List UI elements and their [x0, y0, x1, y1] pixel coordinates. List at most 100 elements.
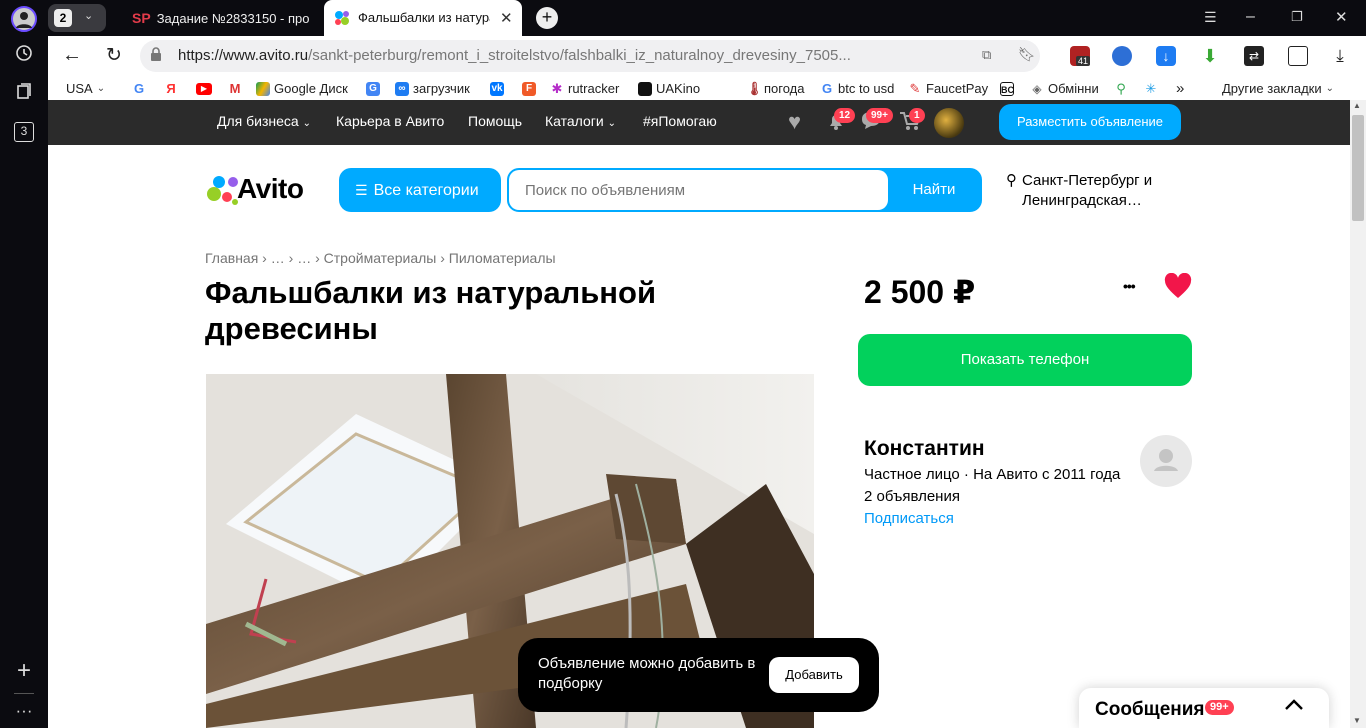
bookmark-rutracker[interactable]: ✱ rutracker — [550, 80, 619, 97]
messages-panel[interactable]: Сообщения 99+ — [1079, 688, 1329, 728]
seller-ad-count[interactable]: 2 объявления — [864, 488, 960, 505]
bookmark-obminni[interactable]: ◈ Обмінни — [1030, 80, 1100, 97]
seller-name[interactable]: Константин — [864, 437, 985, 461]
translate-extension-icon[interactable] — [1112, 46, 1132, 66]
divider — [14, 693, 34, 694]
bookmark-icon[interactable]: 🔖︎ — [1018, 46, 1036, 63]
tab-avito-active[interactable]: Фальшбалки из натура ✕ — [324, 0, 522, 36]
extensions-icon[interactable] — [1288, 46, 1308, 66]
bookmark-star[interactable]: ✳ — [1144, 80, 1158, 97]
back-icon[interactable]: ← — [62, 44, 82, 67]
bookmark-gmail[interactable]: M — [228, 80, 242, 97]
nav-catalogs[interactable]: Каталоги ⌄ — [545, 113, 616, 132]
tab-group-button[interactable]: 2 ⌄ — [48, 4, 106, 32]
nav-career[interactable]: Карьера в Авито — [336, 113, 444, 130]
bookmark-translate[interactable]: G — [366, 80, 380, 97]
bookmark-pogoda[interactable]: 🌡︎ погода — [746, 80, 805, 97]
extension-icon-2[interactable]: ⇄ — [1244, 46, 1264, 66]
bookmark-google-drive[interactable]: Google Диск — [256, 80, 348, 97]
bookmark-vk[interactable]: vk — [490, 80, 504, 97]
download-icon[interactable]: ⤓ — [1330, 46, 1350, 66]
bookmark-google[interactable]: G — [132, 80, 146, 97]
history-icon[interactable] — [11, 44, 37, 70]
url-host: https://www.avito.ru — [178, 47, 309, 64]
chevron-up-icon[interactable] — [1283, 694, 1305, 716]
minimize-icon[interactable]: – — [1246, 8, 1255, 26]
add-button[interactable]: Добавить — [769, 657, 859, 693]
subscribe-link[interactable]: Подписаться — [864, 510, 954, 527]
breadcrumb-construction[interactable]: Стройматериалы — [324, 250, 437, 266]
bookmark-usa[interactable]: USA ⌄ — [66, 80, 105, 97]
asterisk-icon: ✳ — [1144, 80, 1158, 96]
bookmark-uakino[interactable]: UAKino — [638, 80, 700, 97]
thermometer-icon: 🌡︎ — [746, 80, 763, 96]
breadcrumb-item[interactable]: … — [271, 250, 285, 266]
bookmark-youtube[interactable]: ▶ — [196, 80, 212, 97]
google-icon: G — [132, 80, 146, 96]
restore-icon[interactable]: ❐ — [1291, 9, 1303, 25]
categories-search-icon: ☰ — [355, 182, 368, 198]
yandex-icon: Я — [164, 81, 178, 96]
breadcrumb-home[interactable]: Главная — [205, 250, 258, 266]
address-bar[interactable]: https://www.avito.ru/sankt-peterburg/rem… — [140, 40, 1040, 72]
close-window-icon[interactable]: ✕ — [1335, 8, 1348, 26]
reload-icon[interactable]: ↻ — [106, 44, 122, 67]
post-ad-button[interactable]: Разместить объявление — [999, 104, 1181, 140]
loader-icon: ∞ — [395, 81, 409, 96]
scrollbar-thumb[interactable] — [1352, 115, 1364, 221]
favorite-heart-icon[interactable] — [1164, 272, 1192, 301]
user-avatar[interactable] — [934, 108, 964, 138]
bookmarks-more[interactable]: » — [1176, 80, 1184, 97]
bookmark-zagruzchik[interactable]: ∞ загрузчик — [395, 80, 470, 97]
breadcrumb-item[interactable]: … — [297, 250, 311, 266]
downloads-icon[interactable]: ⬇ — [1200, 46, 1220, 66]
extension-badge: 41 — [1076, 56, 1091, 66]
messages-count-badge: 99+ — [1205, 700, 1234, 715]
close-tab-icon[interactable]: ✕ — [500, 9, 513, 27]
sp-icon: SP — [132, 10, 151, 26]
bookmark-yandex[interactable]: Я — [164, 80, 178, 97]
search-button[interactable]: Найти — [888, 170, 980, 210]
search-input[interactable]: Поиск по объявлениям — [509, 170, 888, 210]
translate-icon: G — [366, 81, 380, 96]
cart-badge: 1 — [909, 108, 925, 123]
url-path: /sankt-peterburg/remont_i_stroitelstvo/f… — [308, 47, 851, 64]
nav-help[interactable]: Помощь — [468, 113, 522, 130]
add-panel-icon[interactable]: + — [11, 658, 37, 684]
collections-icon[interactable] — [11, 82, 37, 108]
other-bookmarks[interactable]: Другие закладки ⌄ — [1222, 80, 1334, 97]
bookmark-maps[interactable]: ⚲ — [1114, 80, 1128, 97]
avatar[interactable] — [1140, 435, 1192, 487]
search-placeholder: Поиск по объявлениям — [525, 182, 686, 199]
scroll-down-icon[interactable]: ▼ — [1353, 716, 1361, 725]
tab-zadanie[interactable]: SP Задание №2833150 - про — [132, 0, 322, 36]
location-pin-icon: ⚲ — [1006, 172, 1017, 189]
bookmark-faucetpay[interactable]: ✎ FaucetPay — [908, 80, 988, 97]
profile-icon[interactable] — [11, 6, 37, 32]
bookmark-f[interactable]: F — [522, 80, 536, 97]
vertical-tabs-counter[interactable]: 3 — [14, 122, 34, 142]
extension-icon[interactable]: 41 — [1070, 46, 1091, 66]
bookmark-btc[interactable]: Gbtc to usd — [820, 80, 894, 97]
favorites-heart-icon[interactable]: ♥ — [788, 109, 801, 135]
google-icon: G — [820, 80, 834, 96]
vk-icon: vk — [490, 81, 504, 96]
nav-business[interactable]: Для бизнеса ⌄ — [217, 113, 311, 132]
nav-yapomogayu[interactable]: #яПомогаю — [643, 113, 717, 130]
menu-icon[interactable]: ☰ — [1204, 9, 1217, 26]
scroll-up-icon[interactable]: ▲ — [1353, 101, 1361, 110]
breadcrumb-lumber[interactable]: Пиломатериалы — [449, 250, 556, 266]
more-options-icon[interactable]: ••• — [1123, 278, 1136, 294]
download-extension-icon[interactable]: ↓ — [1156, 46, 1176, 66]
f-icon: F — [522, 81, 536, 96]
all-categories-button[interactable]: ☰ Все категории — [339, 168, 501, 212]
bookmarks-bar: USA ⌄ G Я ▶ M Google Диск G ∞ загрузчик vk… — [48, 76, 1366, 100]
new-tab-button[interactable]: + — [536, 7, 558, 29]
avito-logo[interactable]: Avito — [205, 170, 320, 210]
bookmark-bc[interactable]: BC — [1000, 80, 1014, 97]
search-box: Поиск по объявлениям Найти — [507, 168, 982, 212]
tab-share-icon[interactable]: ⧉ — [982, 47, 991, 63]
more-icon[interactable]: ··· — [11, 698, 37, 724]
chevron-down-icon: ⌄ — [607, 118, 616, 129]
show-phone-button[interactable]: Показать телефон — [858, 334, 1192, 386]
